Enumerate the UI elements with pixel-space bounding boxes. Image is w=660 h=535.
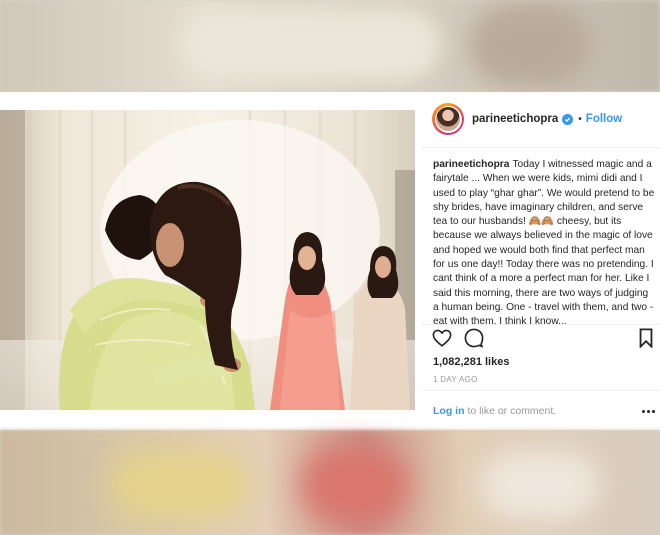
separator-dot: • — [578, 113, 582, 125]
blurred-background-top — [0, 0, 660, 92]
login-prompt: Log in to like or comment. — [433, 405, 655, 417]
caption-divider — [422, 324, 660, 325]
login-suffix-text: to like or comment. — [467, 405, 557, 417]
heart-icon[interactable] — [432, 329, 452, 352]
login-link[interactable]: Log in — [433, 405, 465, 417]
avatar[interactable] — [432, 103, 464, 135]
blurred-background-bottom — [0, 430, 660, 535]
more-options-icon[interactable] — [642, 409, 655, 413]
post-sidebar: parineetichopra • Follow parineetichopra… — [422, 92, 660, 430]
post-caption: parineetichopra Today I witnessed magic a… — [433, 158, 655, 324]
username-link[interactable]: parineetichopra — [472, 113, 558, 125]
verified-badge-icon — [562, 113, 574, 125]
footer-divider — [422, 390, 660, 391]
post-header: parineetichopra • Follow — [432, 101, 660, 137]
follow-button[interactable]: Follow — [586, 113, 622, 125]
bookmark-icon[interactable] — [638, 327, 654, 353]
instagram-post-card: parineetichopra • Follow parineetichopra… — [0, 92, 660, 430]
post-timestamp: 1 DAY AGO — [433, 375, 478, 384]
comment-bubble-icon[interactable] — [464, 328, 484, 353]
likes-count[interactable]: 1,082,281 likes — [433, 356, 509, 368]
caption-username-link[interactable]: parineetichopra — [433, 159, 509, 170]
post-photo[interactable] — [0, 110, 415, 410]
action-bar — [432, 327, 654, 353]
header-divider — [422, 147, 660, 148]
profile-picture — [436, 107, 460, 131]
post-photo-image — [0, 110, 415, 410]
caption-text: Today I witnessed magic and a fairytale … — [433, 159, 655, 324]
